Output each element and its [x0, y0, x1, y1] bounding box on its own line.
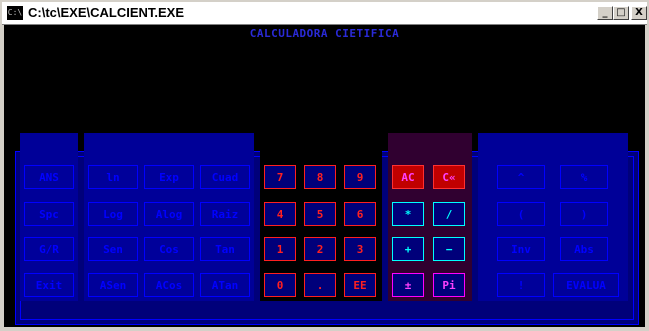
evaluate-button[interactable]: EVALUA: [553, 273, 619, 297]
multiply-button[interactable]: *: [392, 202, 424, 226]
backspace-button[interactable]: C«: [433, 165, 465, 189]
console-app-icon[interactable]: C:\: [7, 6, 23, 20]
digit-9-button[interactable]: 9: [344, 165, 376, 189]
minimize-button[interactable]: _: [597, 6, 613, 20]
sen-button[interactable]: Sen: [88, 237, 138, 261]
exit-button[interactable]: Exit: [24, 273, 74, 297]
log-button[interactable]: Log: [88, 202, 138, 226]
digit-0-button[interactable]: 0: [264, 273, 296, 297]
atan-button[interactable]: ATan: [200, 273, 250, 297]
cuad-button[interactable]: Cuad: [200, 165, 250, 189]
ans-button[interactable]: ANS: [24, 165, 74, 189]
subtract-button[interactable]: −: [433, 237, 465, 261]
tan-button[interactable]: Tan: [200, 237, 250, 261]
add-button[interactable]: +: [392, 237, 424, 261]
decimal-point-button[interactable]: .: [304, 273, 336, 297]
percent-button[interactable]: %: [560, 165, 608, 189]
divide-button[interactable]: /: [433, 202, 465, 226]
window-title: C:\tc\EXE\CALCIENT.EXE: [28, 5, 185, 20]
cos-button[interactable]: Cos: [144, 237, 194, 261]
deg-rad-button[interactable]: G/R: [24, 237, 74, 261]
digit-1-button[interactable]: 1: [264, 237, 296, 261]
ln-button[interactable]: ln: [88, 165, 138, 189]
digit-6-button[interactable]: 6: [344, 202, 376, 226]
alog-button[interactable]: Alog: [144, 202, 194, 226]
abs-button[interactable]: Abs: [560, 237, 608, 261]
digit-2-button[interactable]: 2: [304, 237, 336, 261]
plus-minus-button[interactable]: ±: [392, 273, 424, 297]
digit-3-button[interactable]: 3: [344, 237, 376, 261]
digit-8-button[interactable]: 8: [304, 165, 336, 189]
close-paren-button[interactable]: ): [560, 202, 608, 226]
asen-button[interactable]: ASen: [88, 273, 138, 297]
digit-5-button[interactable]: 5: [304, 202, 336, 226]
open-paren-button[interactable]: (: [497, 202, 545, 226]
factorial-button[interactable]: !: [497, 273, 545, 297]
inv-button[interactable]: Inv: [497, 237, 545, 261]
title-bar[interactable]: C:\ C:\tc\EXE\CALCIENT.EXE _ □ X: [2, 2, 647, 25]
raiz-button[interactable]: Raiz: [200, 202, 250, 226]
digit-4-button[interactable]: 4: [264, 202, 296, 226]
all-clear-button[interactable]: AC: [392, 165, 424, 189]
calculator-title: CALCULADORA CIETIFICA: [249, 27, 400, 40]
ee-button[interactable]: EE: [344, 273, 376, 297]
digit-7-button[interactable]: 7: [264, 165, 296, 189]
pi-button[interactable]: Pi: [433, 273, 465, 297]
power-button[interactable]: ^: [497, 165, 545, 189]
close-button[interactable]: X: [631, 6, 647, 20]
spc-button[interactable]: Spc: [24, 202, 74, 226]
maximize-button[interactable]: □: [613, 6, 629, 20]
acos-button[interactable]: ACos: [144, 273, 194, 297]
window-bottom-border: [4, 327, 645, 331]
exp-button[interactable]: Exp: [144, 165, 194, 189]
